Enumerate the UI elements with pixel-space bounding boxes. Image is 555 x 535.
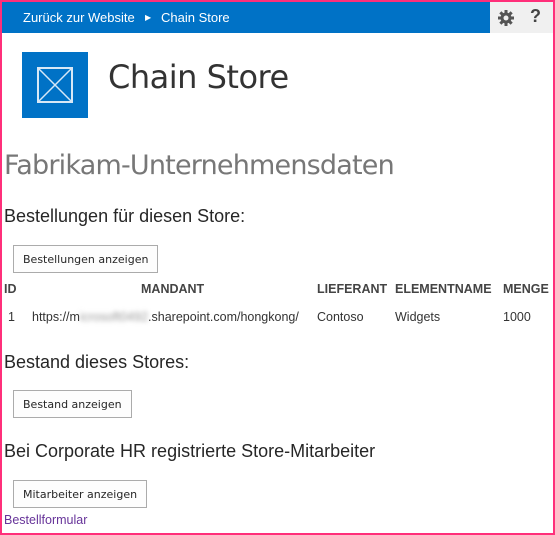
- column-header-elementname[interactable]: ELEMENTNAME: [395, 279, 503, 299]
- suite-bar: Zurück zur Website ▶ Chain Store ?: [2, 2, 553, 33]
- triangle-right-icon: ▶: [145, 13, 152, 22]
- gear-icon[interactable]: [497, 9, 515, 27]
- inventory-heading: Bestand dieses Stores:: [4, 352, 190, 372]
- orders-heading: Bestellungen für diesen Store:: [4, 206, 246, 226]
- cell-id: 1: [8, 310, 15, 324]
- cell-id-mandant: 1 https://microsoft0492.sharepoint.com/ho…: [4, 299, 317, 335]
- column-header-menge[interactable]: MENGE: [503, 279, 553, 299]
- breadcrumb-current[interactable]: Chain Store: [161, 2, 230, 33]
- mandant-obscured: icrosoft0492: [79, 310, 149, 324]
- back-to-site-link[interactable]: Zurück zur Website: [23, 2, 135, 33]
- cell-elementname: Widgets: [395, 310, 441, 324]
- mandant-suffix: .sharepoint.com/hongkong/: [148, 310, 299, 324]
- show-orders-button[interactable]: Bestellungen anzeigen: [13, 245, 159, 273]
- site-title[interactable]: Chain Store: [108, 58, 289, 96]
- show-inventory-button[interactable]: Bestand anzeigen: [13, 390, 132, 418]
- help-icon[interactable]: ?: [530, 6, 541, 27]
- breadcrumb: Zurück zur Website ▶ Chain Store: [2, 2, 490, 33]
- table-header-row: ID MANDANT LIEFERANT ELEMENTNAME MENGE: [4, 279, 553, 299]
- employees-heading: Bei Corporate HR registrierte Store-Mita…: [4, 441, 376, 461]
- column-header-mandant[interactable]: MANDANT: [141, 279, 317, 299]
- column-header-lieferant[interactable]: LIEFERANT: [317, 279, 395, 299]
- show-employees-button[interactable]: Mitarbeiter anzeigen: [13, 480, 148, 508]
- table-row: 1 https://microsoft0492.sharepoint.com/ho…: [4, 299, 553, 335]
- cell-lieferant: Contoso: [317, 310, 364, 324]
- page-title: Fabrikam-Unternehmensdaten: [4, 150, 395, 181]
- cell-mandant: https://microsoft0492.sharepoint.com/hon…: [32, 310, 299, 324]
- mandant-prefix: https://m: [32, 310, 80, 324]
- cell-menge: 1000: [503, 310, 531, 324]
- orders-table: ID MANDANT LIEFERANT ELEMENTNAME MENGE 1…: [4, 279, 553, 335]
- column-header-id[interactable]: ID: [4, 279, 141, 299]
- order-form-link[interactable]: Bestellformular: [4, 513, 87, 527]
- site-logo-icon[interactable]: [22, 52, 88, 118]
